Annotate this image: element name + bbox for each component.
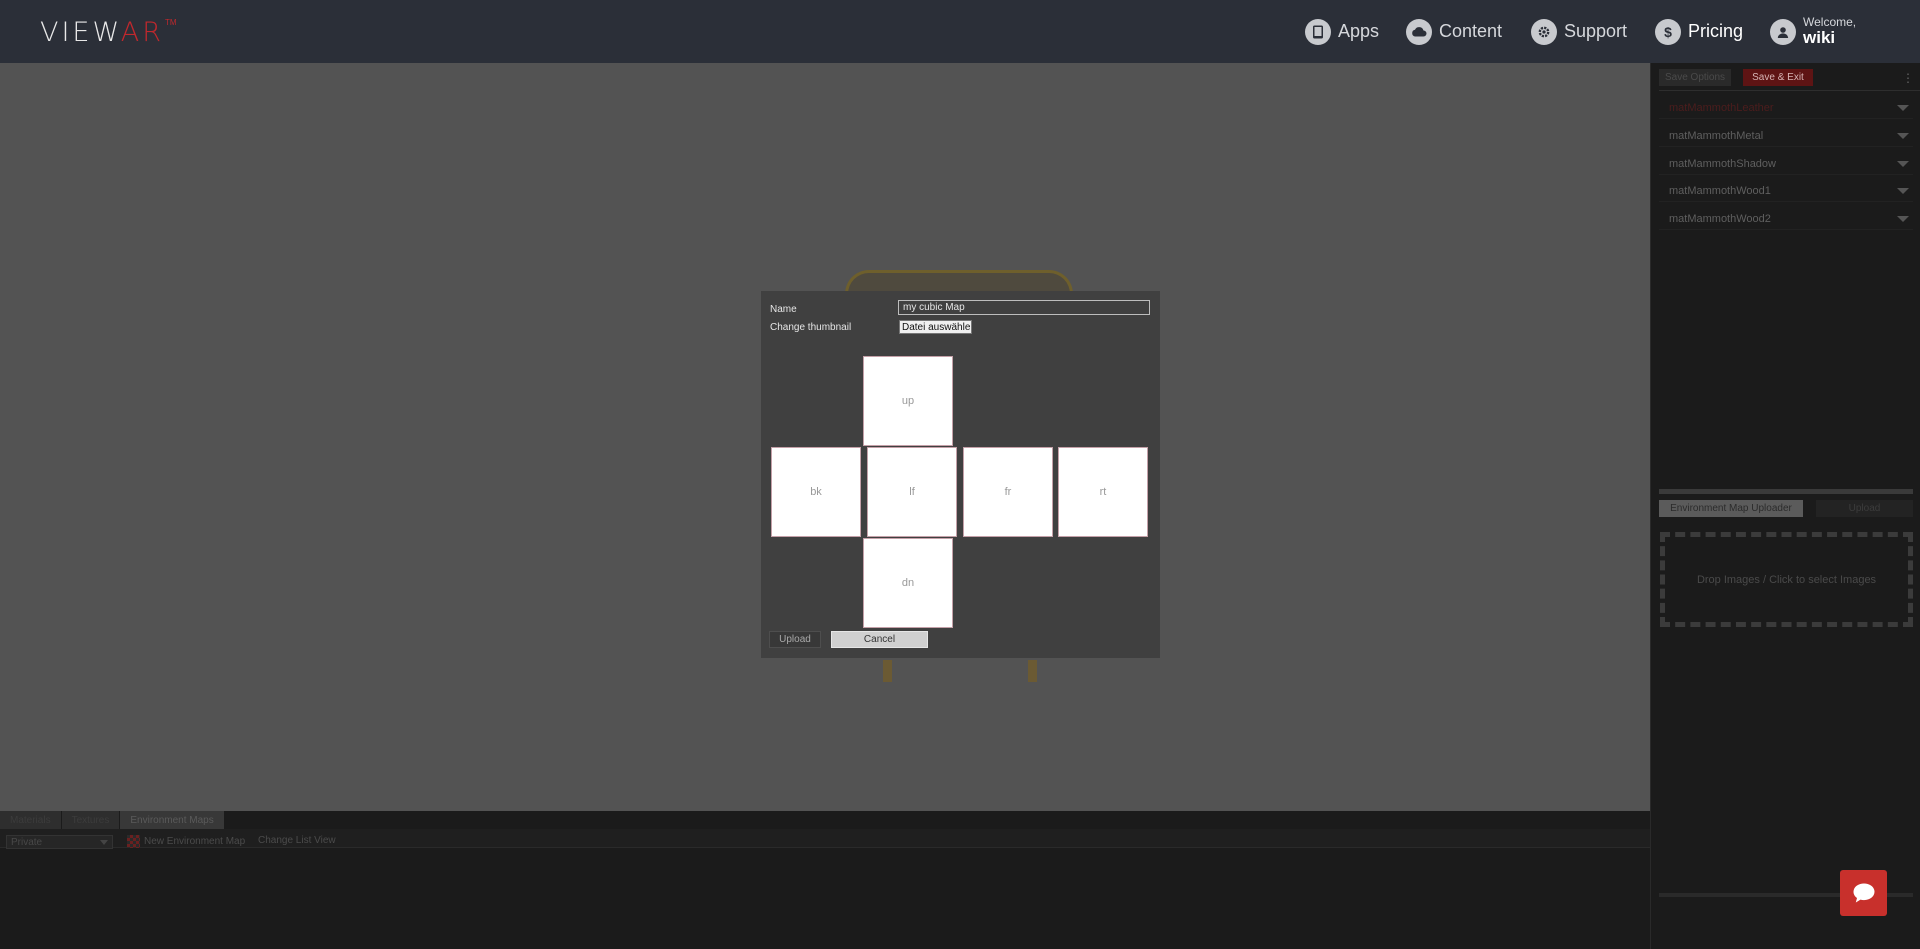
material-name: matMammothShadow: [1669, 157, 1776, 170]
new-environment-map-button[interactable]: New Environment Map: [127, 835, 245, 848]
more-options-icon[interactable]: ⋮: [1902, 69, 1914, 86]
tab-environment-map-uploader[interactable]: Environment Map Uploader: [1659, 500, 1803, 517]
new-environment-map-label: New Environment Map: [144, 836, 246, 847]
viewar-logo[interactable]: VIEWAR TM: [40, 18, 177, 48]
bottom-tabs: Materials Textures Environment Maps: [0, 811, 225, 829]
gear-icon: [1531, 18, 1557, 45]
tab-materials[interactable]: Materials: [0, 811, 62, 829]
welcome-text: Welcome,: [1803, 15, 1857, 30]
visibility-select[interactable]: Private: [6, 835, 113, 849]
model-leg: [883, 660, 892, 682]
save-options-button[interactable]: Save Options: [1659, 69, 1731, 86]
nav-apps-label: Apps: [1338, 21, 1380, 41]
cubic-map-dialog: Name Change thumbnail Datei auswählen up…: [761, 291, 1160, 658]
cube-face-up[interactable]: up: [863, 356, 953, 446]
panel-splitter[interactable]: [1659, 489, 1913, 494]
logo-trademark: TM: [164, 18, 177, 27]
chevron-down-icon[interactable]: [1897, 215, 1909, 222]
change-list-view-button[interactable]: Change List View: [258, 835, 336, 846]
cube-face-bk[interactable]: bk: [771, 447, 861, 537]
nav-content-label: Content: [1439, 21, 1503, 41]
chat-button[interactable]: [1840, 870, 1887, 916]
dollar-icon: $: [1655, 18, 1681, 45]
bottom-panel: Materials Textures Environment Maps Priv…: [0, 811, 1650, 949]
nav-pricing-label: Pricing: [1688, 21, 1744, 41]
logo-text-view: VIEW: [40, 17, 121, 48]
chevron-down-icon: [100, 839, 108, 845]
divider: [1659, 90, 1920, 91]
material-item[interactable]: matMammothShadow: [1659, 153, 1913, 175]
material-name: matMammothWood2: [1669, 212, 1771, 225]
upload-button[interactable]: Upload: [769, 631, 821, 648]
cube-face-dn[interactable]: dn: [863, 538, 953, 628]
visibility-select-value: Private: [11, 836, 43, 848]
tablet-icon: [1305, 18, 1331, 45]
user-menu[interactable]: Welcome, wiki: [1770, 0, 1856, 63]
material-name: matMammothWood1: [1669, 184, 1771, 197]
cloud-icon: [1406, 18, 1432, 45]
change-thumbnail-label: Change thumbnail: [770, 322, 852, 333]
cancel-button[interactable]: Cancel: [831, 631, 928, 648]
cube-face-fr[interactable]: fr: [963, 447, 1053, 537]
tab-textures[interactable]: Textures: [61, 811, 121, 829]
cube-face-lf[interactable]: lf: [867, 447, 957, 537]
choose-file-button[interactable]: Datei auswählen: [899, 320, 972, 334]
material-name: matMammothMetal: [1669, 129, 1764, 142]
chevron-down-icon[interactable]: [1897, 160, 1909, 167]
nav-apps[interactable]: Apps: [1305, 0, 1379, 63]
material-item[interactable]: matMammothWood1: [1659, 180, 1913, 202]
chat-bubble-icon: [1853, 883, 1874, 903]
nav-content[interactable]: Content: [1406, 0, 1502, 63]
chevron-down-icon[interactable]: [1897, 187, 1909, 194]
nav-support-label: Support: [1564, 21, 1628, 41]
tab-environment-maps[interactable]: Environment Maps: [120, 811, 225, 829]
chevron-down-icon[interactable]: [1897, 104, 1909, 111]
user-avatar-icon: [1770, 18, 1796, 45]
material-name: matMammothLeather: [1669, 101, 1774, 114]
top-navigation-bar: VIEWAR TM Apps Content Support $ Pricing…: [0, 0, 1920, 63]
image-dropzone[interactable]: Drop Images / Click to select Images: [1660, 532, 1913, 627]
username: wiki: [1803, 27, 1836, 47]
chevron-down-icon[interactable]: [1897, 132, 1909, 139]
material-item[interactable]: matMammothWood2: [1659, 208, 1913, 230]
name-label: Name: [770, 304, 797, 315]
right-panel: Save Options Save & Exit ⋮ matMammothLea…: [1650, 63, 1920, 949]
nav-pricing[interactable]: $ Pricing: [1655, 0, 1743, 63]
save-exit-button[interactable]: Save & Exit: [1743, 69, 1813, 86]
tab-upload[interactable]: Upload: [1816, 500, 1913, 517]
material-item[interactable]: matMammothLeather: [1659, 97, 1913, 119]
name-input[interactable]: [898, 300, 1150, 315]
toolbar: [0, 829, 1650, 848]
cube-face-rt[interactable]: rt: [1058, 447, 1148, 537]
material-item[interactable]: matMammothMetal: [1659, 125, 1913, 147]
model-leg: [1028, 660, 1037, 682]
logo-text-ar: AR: [120, 17, 164, 48]
nav-support[interactable]: Support: [1531, 0, 1627, 63]
checker-icon: [127, 835, 140, 848]
